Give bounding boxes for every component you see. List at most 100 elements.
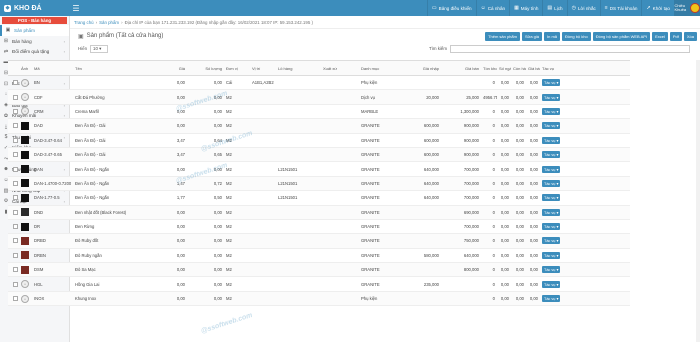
column-header[interactable]: Mã	[32, 66, 73, 71]
topnav-item[interactable]: ▦ Máy tính	[509, 0, 542, 16]
row-checkbox[interactable]	[13, 80, 18, 86]
toolbar-button[interactable]: Đồng bộ kho	[562, 31, 591, 41]
table-row[interactable]: ⌂ BN 0,00 0,00 Cái A1B1,A2B2 Phụ kiện 0 0,00 0,00…	[8, 76, 630, 91]
table-row[interactable]: DAD Đen Ấn Độ - Dài 0,00 0,00 M2 GRANITE 600,0…	[8, 119, 630, 134]
row-action-button[interactable]: Tác vụ ▾	[542, 280, 561, 288]
column-header[interactable]: Giá bán lẻ	[526, 66, 540, 71]
row-checkbox[interactable]	[13, 267, 18, 273]
product-thumbnail[interactable]	[21, 208, 29, 217]
row-action-button[interactable]: Tác vụ ▾	[542, 93, 561, 101]
row-checkbox[interactable]	[13, 224, 18, 230]
table-row[interactable]: DAN-1.4700-0.7200 Đen Ấn Độ - Ngắn 1,47 0,7…	[8, 176, 630, 192]
row-action-button[interactable]: Tác vụ ▾	[542, 122, 561, 130]
column-header[interactable]: Danh mục	[359, 66, 397, 71]
row-checkbox[interactable]	[13, 137, 18, 143]
table-row[interactable]: DRBN Đỏ Ruby ngắn 0,00 0,00 M2 GRANITE 580,000…	[8, 249, 630, 264]
product-thumbnail[interactable]: ⌂	[21, 78, 29, 87]
table-row[interactable]: ⌂ INOX Khung Inox 0,00 0,00 M2 Phụ kiện 0 0,00 0,…	[8, 291, 630, 307]
row-action-button[interactable]: Tác vụ ▾	[542, 295, 561, 303]
row-checkbox[interactable]	[13, 152, 18, 158]
menu-toggle-icon[interactable]: ☰	[70, 4, 82, 13]
product-thumbnail[interactable]	[21, 136, 29, 145]
row-checkbox[interactable]	[13, 123, 18, 129]
table-row[interactable]: DSM Đỏ Sa Mạc 0,00 0,00 M2 GRANITE 800,000 0 0,0…	[8, 263, 630, 278]
product-thumbnail[interactable]	[21, 251, 29, 260]
table-row[interactable]: DAD-3.47-0.65 Đen Ấn Độ - Dài 3,47 0,65 M2 GR…	[8, 147, 630, 163]
table-row[interactable]: DAN Đen Ấn Độ - Ngắn 0,00 0,00 M2 L21N1501 GRA…	[8, 162, 630, 177]
toolbar-button[interactable]: Pdf	[669, 31, 682, 41]
topnav-item[interactable]: ≡ DS Tài khoản	[599, 0, 642, 16]
row-checkbox[interactable]	[13, 252, 18, 258]
column-header[interactable]: Lô hàng	[276, 66, 321, 71]
toolbar-button[interactable]: In mã	[544, 31, 561, 41]
topnav-item[interactable]: ➚ Khởi tạo	[641, 0, 674, 16]
topnav-item[interactable]: ▤ Lịch	[542, 0, 566, 16]
column-header[interactable]: Ảnh	[19, 66, 32, 71]
row-action-button[interactable]: Tác vụ ▾	[542, 208, 561, 216]
row-checkbox[interactable]	[13, 166, 18, 172]
row-action-button[interactable]: Tác vụ ▾	[542, 151, 561, 159]
product-thumbnail[interactable]	[21, 222, 29, 231]
column-header[interactable]: Tồn kho	[481, 66, 497, 71]
table-row[interactable]: ⌂ CRM Crema Marfil 0,00 0,00 M2 MARBLE 1,300,00…	[8, 105, 630, 120]
column-header[interactable]: Giá nhập	[397, 66, 441, 71]
scrollbar[interactable]	[696, 60, 700, 342]
topnav-item[interactable]: ◷ Lời nhắc	[566, 0, 600, 16]
row-checkbox[interactable]	[13, 238, 18, 244]
row-checkbox[interactable]	[13, 281, 18, 287]
product-thumbnail[interactable]	[21, 179, 29, 188]
page-size-select[interactable]: 10 ▾	[90, 44, 109, 53]
row-checkbox[interactable]	[13, 108, 18, 114]
column-header[interactable]: Tác vụ	[540, 66, 566, 71]
row-checkbox[interactable]	[13, 195, 18, 201]
column-header[interactable]: Vị trí	[250, 66, 276, 71]
column-header[interactable]: Giá	[147, 66, 187, 71]
toolbar-button[interactable]: Excel	[652, 31, 668, 41]
row-checkbox[interactable]	[13, 296, 18, 302]
column-header[interactable]: Giá bán	[441, 66, 481, 71]
breadcrumb-page[interactable]: Sản phẩm	[99, 20, 119, 25]
sidebar-item[interactable]: ▣ Sản phẩm	[0, 25, 69, 36]
row-action-button[interactable]: Tác vụ ▾	[542, 79, 561, 87]
user-menu[interactable]: Chiêu Khuêa	[674, 0, 700, 16]
product-thumbnail[interactable]	[21, 121, 29, 130]
row-action-button[interactable]: Tác vụ ▾	[542, 251, 561, 259]
product-thumbnail[interactable]	[21, 165, 29, 174]
row-action-button[interactable]: Tác vụ ▾	[542, 179, 561, 187]
column-header[interactable]: Số ngày	[497, 66, 511, 71]
topnav-item[interactable]: ▭ Bảng điều khiển	[426, 0, 476, 16]
app-logo[interactable]: ◆ KHO ĐÁ	[0, 0, 70, 16]
table-row[interactable]: DRBD Đỏ Ruby đốt 0,00 0,00 M2 GRANITE 750,000 0…	[8, 234, 630, 249]
product-thumbnail[interactable]	[21, 150, 29, 159]
column-header[interactable]: Đơn vị	[224, 66, 250, 71]
product-thumbnail[interactable]: ⌂	[21, 107, 29, 116]
column-header[interactable]: Số lượng	[187, 66, 224, 71]
sidebar-item[interactable]: ⇄ Đổi điểm quà tặng ›	[0, 46, 69, 57]
table-row[interactable]: DR Đen Rừng 0,00 0,00 M2 GRANITE 700,000 0 0,00 0…	[8, 220, 630, 235]
table-row[interactable]: DAD-3.47-0.64 Đen Ấn Độ - Dài 3,47 0,64 M2 GR…	[8, 134, 630, 148]
product-thumbnail[interactable]	[21, 236, 29, 245]
row-action-button[interactable]: Tác vụ ▾	[542, 194, 561, 202]
product-thumbnail[interactable]	[21, 193, 29, 202]
table-row[interactable]: DAN-1.77-0.5 Đen Ấn Độ - Ngắn 1,77 0,50 M2 L2…	[8, 191, 630, 206]
pos-button[interactable]: POS - Bán hàng	[2, 17, 67, 24]
toolbar-button[interactable]: Sửa giá	[521, 31, 542, 41]
product-thumbnail[interactable]: ⌂	[21, 294, 29, 303]
product-thumbnail[interactable]	[21, 265, 29, 274]
column-header[interactable]: Xuất xứ	[321, 66, 359, 71]
column-header[interactable]: Tên	[73, 66, 147, 71]
table-row[interactable]: ⌂ HGL Hồng Gia Lai 0,00 0,00 M2 GRANITE 235,000…	[8, 277, 630, 292]
toolbar-button[interactable]: Thêm sản phẩm	[485, 31, 520, 41]
row-action-button[interactable]: Tác vụ ▾	[542, 165, 561, 173]
row-action-button[interactable]: Tác vụ ▾	[542, 107, 561, 115]
search-input[interactable]	[450, 44, 690, 53]
row-checkbox[interactable]	[13, 94, 18, 100]
table-row[interactable]: DND Đen nhật đốt (Black Forest) 0,00 0,00 M2…	[8, 205, 630, 220]
product-thumbnail[interactable]: ⌂	[21, 93, 29, 102]
row-checkbox[interactable]	[13, 180, 18, 186]
toolbar-button[interactable]: Xóa	[683, 31, 697, 41]
row-action-button[interactable]: Tác vụ ▾	[542, 266, 561, 274]
sidebar-item[interactable]: ⊞ Bán hàng ›	[0, 36, 69, 47]
product-thumbnail[interactable]: ⌂	[21, 280, 29, 289]
toolbar-button[interactable]: Đồng bộ sản phẩm WEB API	[592, 31, 651, 41]
